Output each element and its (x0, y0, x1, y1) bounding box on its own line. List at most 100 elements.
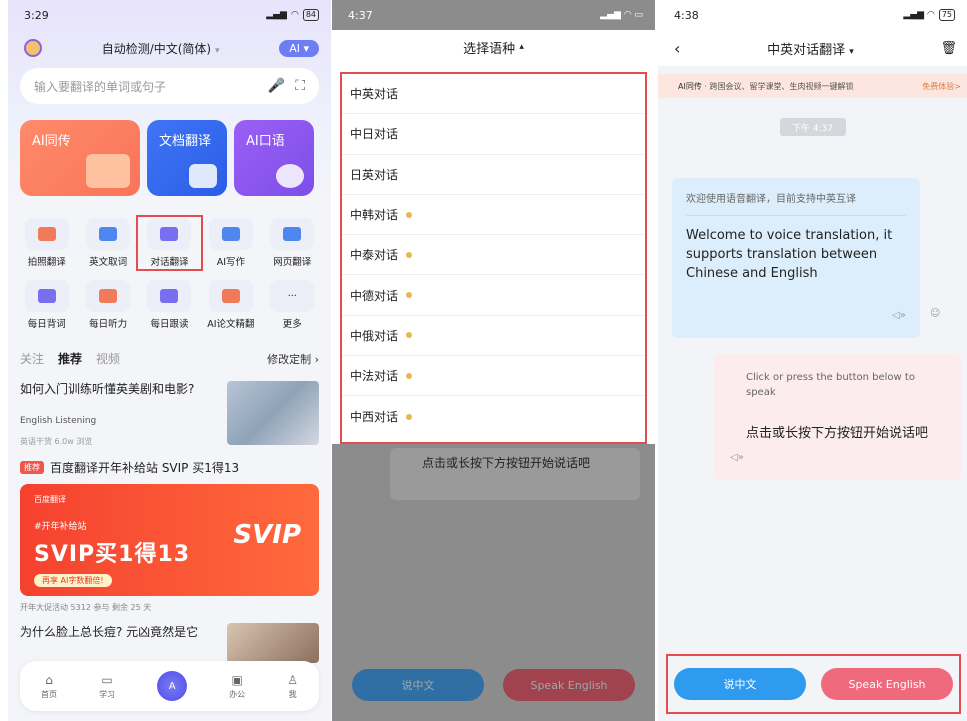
language-label: 中英对话 (350, 87, 399, 102)
tool-photo-translate[interactable]: 拍照翻译 (16, 218, 77, 268)
language-select-screen: 4:37 ▂▄▆ ◠ ▭ 选择语种 ▴ 中英对话 中日对话 日英对话 中韩对话 … (332, 0, 655, 721)
article-source: English Listening (20, 416, 97, 426)
document-translate-card[interactable]: 文档翻译 (147, 120, 227, 196)
title-selector[interactable]: 中英对话翻译 ▾ (767, 39, 854, 58)
document-icon (189, 164, 217, 188)
tab-video[interactable]: 视频 (96, 350, 120, 367)
book-icon (24, 280, 69, 312)
speak-english-button[interactable]: Speak English (821, 668, 953, 700)
back-arrow-icon[interactable]: ‹ (674, 39, 680, 58)
ai-button[interactable]: AI ▾ (279, 39, 319, 57)
pen-icon (208, 218, 253, 250)
word-pick-icon (86, 218, 131, 250)
status-bar: 4:37 ▂▄▆ ◠ ▭ (332, 0, 655, 30)
chevron-up-icon: ▴ (519, 42, 524, 52)
tool-label: 拍照翻译 (27, 257, 66, 268)
speak-chinese-button[interactable]: 说中文 (674, 668, 806, 700)
promo-banner[interactable]: 百度翻译 #开年补给站 SVIP买1得13 再享 AI字数翻倍! SVIP (20, 484, 319, 596)
top-bar: ‹ 中英对话翻译 ▾ 🗑 (658, 30, 967, 66)
speaker-icon[interactable]: ◁» (730, 452, 744, 463)
tool-label: AI论文精翻 (207, 319, 255, 330)
tool-label: 更多 (282, 319, 302, 330)
vip-icon (406, 332, 413, 339)
dimmed-bubble-text: 点击或长按下方按钮开始说话吧 (422, 456, 591, 470)
promo-title[interactable]: 推荐 百度翻译开年补给站 SVIP 买1得13 (8, 447, 331, 476)
ai-button-label: AI (289, 41, 300, 55)
tool-ai-writing[interactable]: AI写作 (200, 218, 261, 268)
banner-badge: 再享 AI字数翻倍! (34, 574, 112, 587)
language-label: 中日对话 (350, 127, 399, 142)
status-icons: ▂▄▆ ◠ 75 (903, 9, 955, 21)
book-open-icon: ▭ (101, 672, 113, 687)
status-time: 3:29 (24, 8, 49, 22)
home-screen: 3:29 ▂▄▆ ◠ 84 自动检测/中文(简体) ▾ AI ▾ 输入要翻译的单词或… (8, 0, 331, 721)
status-icons: ▂▄▆ ◠ ▭ (600, 10, 643, 20)
ai-promo-cta[interactable]: 免费体验> (922, 81, 961, 92)
language-option[interactable]: 中法对话 (342, 356, 645, 397)
status-time: 4:38 (674, 8, 699, 22)
tab-label: 我 (288, 689, 297, 699)
customize-link[interactable]: 修改定制 › (267, 351, 319, 367)
language-list: 中英对话 中日对话 日英对话 中韩对话 中泰对话 中德对话 中俄对话 中法对话 … (340, 72, 647, 444)
dialogue-translate-screen: 4:38 ▂▄▆ ◠ 75 ‹ 中英对话翻译 ▾ 🗑 AI同传 · 跨国会议、留… (658, 0, 967, 721)
ai-promo-bar[interactable]: AI同传 · 跨国会议、留学课堂、生肉视频一键解锁 免费体验> (658, 74, 967, 98)
tool-word-pick[interactable]: 英文取词 (77, 218, 138, 268)
language-label: 中法对话 (350, 369, 399, 384)
tab-me[interactable]: ♙ 我 (287, 673, 298, 700)
speak-buttons: 说中文 Speak English (666, 654, 961, 714)
microphone-icon[interactable]: 🎤 (268, 78, 285, 94)
ai-center-button[interactable]: A (157, 671, 188, 701)
language-option[interactable]: 中俄对话 (342, 316, 645, 357)
tab-label: 学习 (99, 689, 116, 699)
article-meta: 英语干货 6.0w 浏览 (20, 437, 93, 446)
sheet-title: 选择语种 (463, 41, 516, 57)
search-placeholder: 输入要翻译的单词或句子 (34, 79, 167, 94)
speak-chinese-button[interactable]: 说中文 (352, 669, 484, 701)
camera-icon (24, 218, 69, 250)
tab-home[interactable]: ⌂ 首页 (41, 673, 57, 700)
battery-icon: 84 (302, 9, 319, 21)
tool-daily-reading[interactable]: 每日跟读 (139, 280, 200, 330)
article-card[interactable]: 为什么脸上总长痘? 元凶竟然是它 (8, 613, 331, 663)
tool-web-translate[interactable]: 网页翻译 (262, 218, 323, 268)
language-option[interactable]: 中英对话 (342, 74, 645, 115)
read-aloud-icon (147, 280, 192, 312)
home-top: 3:29 ▂▄▆ ◠ 84 自动检测/中文(简体) ▾ AI ▾ 输入要翻译的单词或… (8, 0, 331, 204)
trash-icon[interactable]: 🗑 (940, 41, 957, 56)
article-card[interactable]: 如何入门训练听懂英美剧和电影? English Listening 英语干货 6.0… (8, 367, 331, 447)
tool-ai-paper[interactable]: AI论文精翻 (200, 280, 261, 330)
language-option[interactable]: 中德对话 (342, 275, 645, 316)
more-icon: ··· (270, 280, 315, 312)
timestamp: 下午 4:37 (779, 118, 846, 136)
tab-study[interactable]: ▭ 学习 (99, 673, 115, 700)
feedback-icon[interactable]: ☺ (930, 308, 940, 319)
tool-dialogue-translate[interactable]: 对话翻译 (135, 215, 204, 271)
card-label: 文档翻译 (159, 134, 212, 149)
bubble-chinese-text: 欢迎使用语音翻译，目前支持中英互译 (686, 192, 906, 216)
scan-text-icon[interactable]: ⛶ (295, 78, 305, 94)
language-option[interactable]: 中西对话 (342, 396, 645, 436)
tab-office[interactable]: ▣ 办公 (229, 673, 245, 700)
language-detect-selector[interactable]: 自动检测/中文(简体) ▾ (102, 40, 220, 57)
avatar[interactable] (24, 39, 42, 57)
tab-follow[interactable]: 关注 (20, 350, 44, 367)
tool-daily-listening[interactable]: 每日听力 (77, 280, 138, 330)
language-option[interactable]: 中韩对话 (342, 195, 645, 236)
tool-daily-words[interactable]: 每日背词 (16, 280, 77, 330)
customize-label: 修改定制 (267, 352, 312, 366)
language-label: 中泰对话 (350, 248, 399, 263)
speaker-icon[interactable]: ◁» (892, 310, 906, 321)
speak-english-button[interactable]: Speak English (503, 669, 635, 701)
tool-label: 网页翻译 (273, 257, 312, 268)
language-option[interactable]: 中泰对话 (342, 235, 645, 276)
dimmed-buttons: 说中文 Speak English (352, 669, 635, 701)
ai-interpretation-card[interactable]: AI同传 (20, 120, 140, 196)
language-option[interactable]: 日英对话 (342, 155, 645, 195)
ai-speaking-card[interactable]: AI口语 (234, 120, 314, 196)
article-title: 为什么脸上总长痘? 元凶竟然是它 (20, 625, 199, 639)
sheet-header[interactable]: 选择语种 ▴ (332, 30, 655, 64)
language-option[interactable]: 中日对话 (342, 114, 645, 155)
tool-more[interactable]: ··· 更多 (262, 280, 323, 330)
search-input[interactable]: 输入要翻译的单词或句子 🎤 ⛶ (20, 68, 319, 104)
tab-recommend[interactable]: 推荐 (58, 350, 82, 367)
